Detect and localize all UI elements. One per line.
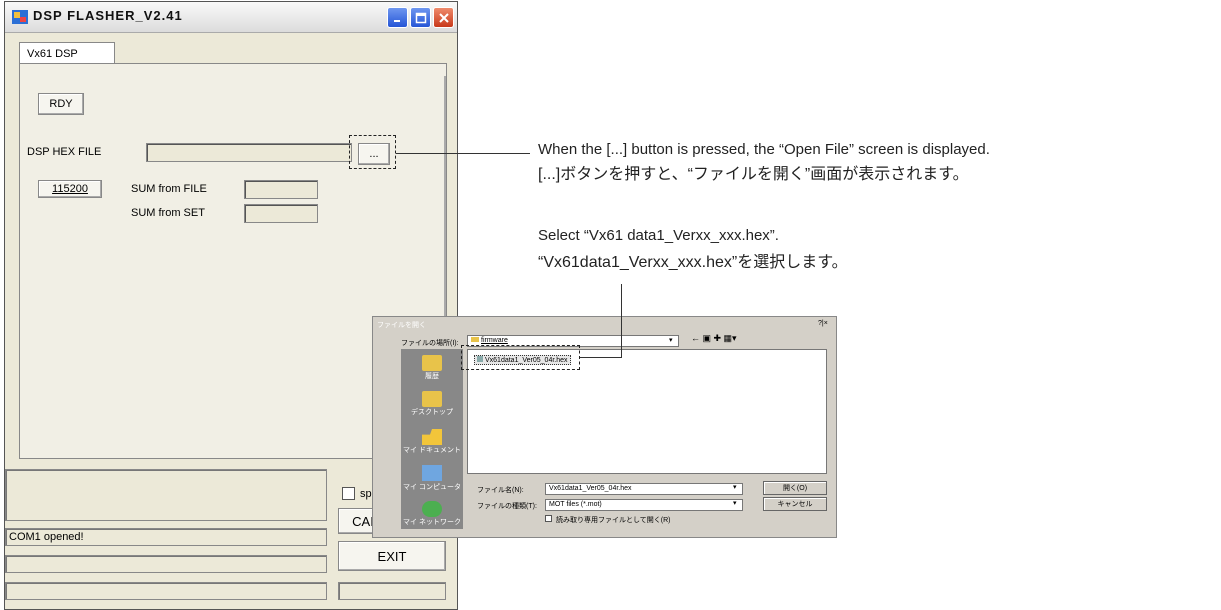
browse-button-highlight [349,135,396,169]
maximize-icon [415,12,426,23]
close-icon [438,12,449,23]
callout-line [396,153,530,154]
app-icon [12,10,28,24]
info-field-right [338,582,446,600]
window-title: DSP FLASHER_V2.41 [33,8,183,23]
places-sidebar: 履歴 デスクトップ マイ ドキュメント マイ コンピュータ マイ ネットワーク [401,349,463,529]
location-label: ファイルの場所(I): [401,340,459,347]
annotation-open-file-ja: [...]ボタンを押すと、“ファイルを開く”画面が表示されます。 [538,166,969,183]
filename-input[interactable]: Vx61data1_Ver05_04r.hex [545,483,743,495]
filename-label: ファイル名(N): [477,487,524,494]
status-field: COM1 opened! [5,528,327,546]
sidebar-item-documents[interactable]: マイ ドキュメント [401,445,463,455]
open-button[interactable]: 開く(O) [763,481,827,495]
readonly-checkbox[interactable] [545,515,552,522]
close-button[interactable] [433,7,454,28]
location-value: firmware [481,337,508,344]
chevron-down-icon[interactable]: ▾ [733,499,737,507]
sidebar-item-desktop[interactable]: デスクトップ [401,407,463,417]
network-icon[interactable] [422,501,442,517]
sidebar-item-history[interactable]: 履歴 [401,371,463,381]
callout-line-h [580,357,622,358]
annotation-select-en: Select “Vx61 data1_Verxx_xxx.hex”. [538,227,779,244]
sum-from-file-field [244,180,318,199]
log-field[interactable] [5,469,327,521]
minimize-icon [393,19,400,22]
spe-checkbox[interactable] [342,487,355,500]
documents-icon[interactable] [422,429,442,445]
chevron-down-icon[interactable]: ▾ [669,336,673,344]
callout-line-v [621,284,622,358]
dsp-hex-file-label: DSP HEX FILE [27,146,102,158]
annotation-select-ja: “Vx61data1_Verxx_xxx.hex”を選択します。 [538,254,848,271]
toolbar-icons[interactable]: ← ▣ ✚ ▦▾ [691,333,737,344]
progress-field [5,555,327,573]
cancel-button[interactable]: キャンセル [763,497,827,511]
tab-vx61-dsp[interactable]: Vx61 DSP [19,42,115,64]
hex-file-path-field[interactable] [146,143,352,162]
rdy-button[interactable]: RDY [38,93,84,115]
desktop-icon[interactable] [422,391,442,407]
title-bar[interactable]: DSP FLASHER_V2.41 [5,2,457,33]
sidebar-item-network[interactable]: マイ ネットワーク [401,517,463,527]
filetype-select[interactable]: MOT files (*.mot) [545,499,743,511]
chevron-down-icon[interactable]: ▾ [733,483,737,491]
sum-from-set-label: SUM from SET [131,207,205,219]
readonly-label: 読み取り専用ファイルとして開く(R) [556,517,671,524]
info-field [5,582,327,600]
file-item-highlight [461,345,580,370]
maximize-button[interactable] [410,7,431,28]
baud-rate-button[interactable]: 115200 [38,180,102,198]
filetype-label: ファイルの種類(T): [477,503,537,510]
sum-from-file-label: SUM from FILE [131,183,207,195]
computer-icon[interactable] [422,465,442,481]
minimize-button[interactable] [387,7,408,28]
annotation-open-file-en: When the [...] button is pressed, the “O… [538,141,990,158]
exit-button[interactable]: EXIT [338,541,446,571]
sum-from-set-field [244,204,318,223]
folder-icon [471,337,479,342]
open-file-dialog: ファイルを開く ?|× ファイルの場所(I): firmware ▾ ← ▣ ✚… [372,316,837,538]
sidebar-item-computer[interactable]: マイ コンピュータ [401,482,463,492]
history-icon[interactable] [422,355,442,371]
